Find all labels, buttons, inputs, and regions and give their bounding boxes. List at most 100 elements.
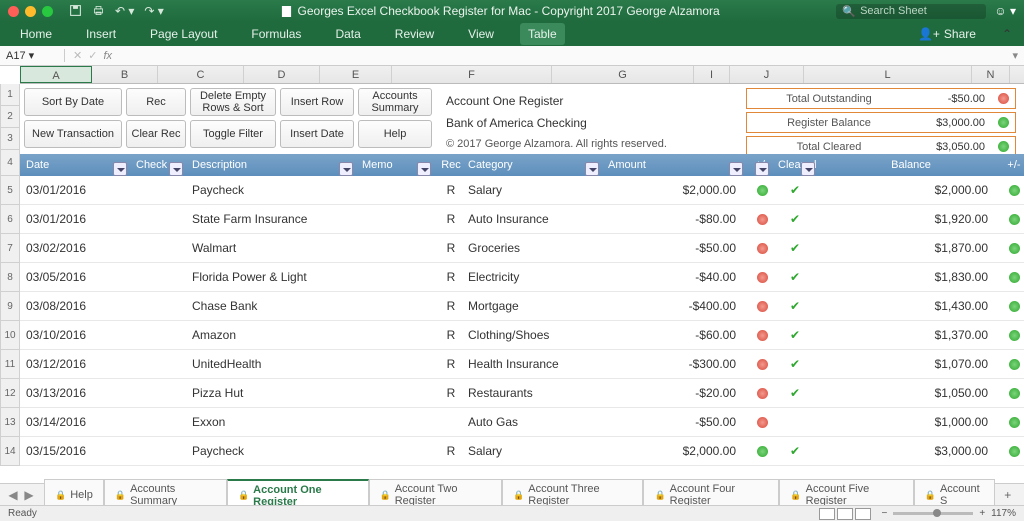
row-header-3[interactable]: 3 xyxy=(0,128,20,150)
insert-row-button[interactable]: Insert Row xyxy=(280,88,354,116)
zoom-in-icon[interactable]: + xyxy=(979,508,985,519)
col-rec[interactable]: Rec xyxy=(434,159,462,171)
feedback-icon[interactable]: ☺︎ ▾ xyxy=(994,4,1016,18)
col-balance[interactable]: Balance xyxy=(818,159,998,171)
row-header-12[interactable]: 12 xyxy=(0,379,20,408)
cell-cleared-icon[interactable]: ✔ xyxy=(772,241,818,255)
cell-amount[interactable]: -$60.00 xyxy=(602,328,746,342)
window-close-icon[interactable] xyxy=(8,6,19,17)
print-icon[interactable] xyxy=(92,4,105,18)
table-row[interactable]: 03/15/2016PaycheckRSalary$2,000.00✔$3,00… xyxy=(20,437,1024,466)
cell-balance[interactable]: $1,870.00 xyxy=(818,241,998,255)
tab-nav-prev-icon[interactable]: ◀ xyxy=(6,488,20,502)
row-headers[interactable]: 1234567891011121314 xyxy=(0,84,20,466)
table-row[interactable]: 03/02/2016WalmartRGroceries-$50.00✔$1,87… xyxy=(20,234,1024,263)
filter-icon[interactable] xyxy=(113,162,127,176)
col-header-F[interactable]: F xyxy=(392,66,552,83)
filter-icon[interactable] xyxy=(755,162,769,176)
table-row[interactable]: 03/14/2016ExxonAuto Gas-$50.00$1,000.00 xyxy=(20,408,1024,437)
cell-rec[interactable]: R xyxy=(434,357,462,371)
cell-balance[interactable]: $1,050.00 xyxy=(818,386,998,400)
cell-amount[interactable]: -$20.00 xyxy=(602,386,746,400)
save-icon[interactable] xyxy=(69,4,82,18)
cell-description[interactable]: Pizza Hut xyxy=(186,386,356,400)
cell-date[interactable]: 03/01/2016 xyxy=(20,212,130,226)
col-header-B[interactable]: B xyxy=(92,66,158,83)
cell-rec[interactable]: R xyxy=(434,328,462,342)
cell-date[interactable]: 03/15/2016 xyxy=(20,444,130,458)
col-header-E[interactable]: E xyxy=(320,66,392,83)
row-header-5[interactable]: 5 xyxy=(0,176,20,205)
cell-amount[interactable]: -$50.00 xyxy=(602,241,746,255)
view-normal-icon[interactable] xyxy=(819,508,835,520)
cell-description[interactable]: Paycheck xyxy=(186,183,356,197)
cell-category[interactable]: Restaurants xyxy=(462,386,602,400)
cell-category[interactable]: Auto Gas xyxy=(462,415,602,429)
cell-balance[interactable]: $3,000.00 xyxy=(818,444,998,458)
row-header-13[interactable]: 13 xyxy=(0,408,20,437)
cell-cleared-icon[interactable]: ✔ xyxy=(772,270,818,284)
cell-cleared-icon[interactable]: ✔ xyxy=(772,183,818,197)
window-zoom-icon[interactable] xyxy=(42,6,53,17)
zoom-out-icon[interactable]: − xyxy=(881,508,887,519)
cell-amount[interactable]: -$40.00 xyxy=(602,270,746,284)
ribbon-tab-page-layout[interactable]: Page Layout xyxy=(142,23,225,45)
cell-cleared-icon[interactable]: ✔ xyxy=(772,357,818,371)
redo-icon[interactable]: ↷ ▾ xyxy=(144,4,163,18)
row-header-10[interactable]: 10 xyxy=(0,321,20,350)
cell-balance[interactable]: $1,070.00 xyxy=(818,357,998,371)
col-check[interactable]: Check xyxy=(130,159,186,171)
search-sheet-input[interactable]: 🔍 Search Sheet xyxy=(836,4,986,19)
ribbon-tab-insert[interactable]: Insert xyxy=(78,23,124,45)
filter-icon[interactable] xyxy=(339,162,353,176)
cell-rec[interactable]: R xyxy=(434,299,462,313)
table-row[interactable]: 03/01/2016PaycheckRSalary$2,000.00✔$2,00… xyxy=(20,176,1024,205)
cell-description[interactable]: UnitedHealth xyxy=(186,357,356,371)
row-header-14[interactable]: 14 xyxy=(0,437,20,466)
col-header-N[interactable]: N xyxy=(972,66,1010,83)
filter-icon[interactable] xyxy=(729,162,743,176)
confirm-formula-icon[interactable]: ✓ xyxy=(88,49,97,62)
row-header-6[interactable]: 6 xyxy=(0,205,20,234)
col-category[interactable]: Category xyxy=(462,159,602,171)
cell-category[interactable]: Salary xyxy=(462,444,602,458)
ribbon-tab-data[interactable]: Data xyxy=(327,23,368,45)
delete-empty-rows-button[interactable]: Delete Empty Rows & Sort xyxy=(190,88,276,116)
row-header-7[interactable]: 7 xyxy=(0,234,20,263)
col-amount[interactable]: Amount xyxy=(602,159,746,171)
cell-rec[interactable]: R xyxy=(434,212,462,226)
col-header-I[interactable]: I xyxy=(694,66,730,83)
cell-category[interactable]: Mortgage xyxy=(462,299,602,313)
col-header-A[interactable]: A xyxy=(20,66,92,83)
fx-icon[interactable]: fx xyxy=(103,50,112,62)
undo-icon[interactable]: ↶ ▾ xyxy=(115,4,134,18)
cell-description[interactable]: State Farm Insurance xyxy=(186,212,356,226)
cell-category[interactable]: Clothing/Shoes xyxy=(462,328,602,342)
col-description[interactable]: Description xyxy=(186,159,356,171)
rec-button[interactable]: Rec xyxy=(126,88,186,116)
col-pm1[interactable]: +/- xyxy=(746,159,772,171)
accounts-summary-button[interactable]: Accounts Summary xyxy=(358,88,432,116)
expand-formula-icon[interactable]: ▾ xyxy=(1006,49,1024,62)
ribbon-tab-home[interactable]: Home xyxy=(12,23,60,45)
cell-balance[interactable]: $1,370.00 xyxy=(818,328,998,342)
table-row[interactable]: 03/01/2016State Farm InsuranceRAuto Insu… xyxy=(20,205,1024,234)
cell-amount[interactable]: $2,000.00 xyxy=(602,444,746,458)
cell-description[interactable]: Amazon xyxy=(186,328,356,342)
table-row[interactable]: 03/08/2016Chase BankRMortgage-$400.00✔$1… xyxy=(20,292,1024,321)
cell-date[interactable]: 03/10/2016 xyxy=(20,328,130,342)
cell-category[interactable]: Salary xyxy=(462,183,602,197)
cell-category[interactable]: Groceries xyxy=(462,241,602,255)
cell-date[interactable]: 03/02/2016 xyxy=(20,241,130,255)
filter-icon[interactable] xyxy=(417,162,431,176)
col-pm2[interactable]: +/- xyxy=(998,159,1024,171)
table-row[interactable]: 03/05/2016Florida Power & LightRElectric… xyxy=(20,263,1024,292)
cell-cleared-icon[interactable]: ✔ xyxy=(772,444,818,458)
col-cleared[interactable]: Cleared xyxy=(772,159,818,171)
tab-nav-next-icon[interactable]: ▶ xyxy=(22,488,36,502)
col-header-G[interactable]: G xyxy=(552,66,694,83)
toggle-filter-button[interactable]: Toggle Filter xyxy=(190,120,276,148)
ribbon-tab-review[interactable]: Review xyxy=(387,23,442,45)
zoom-slider[interactable] xyxy=(893,512,973,515)
row-header-1[interactable]: 1 xyxy=(0,84,20,106)
